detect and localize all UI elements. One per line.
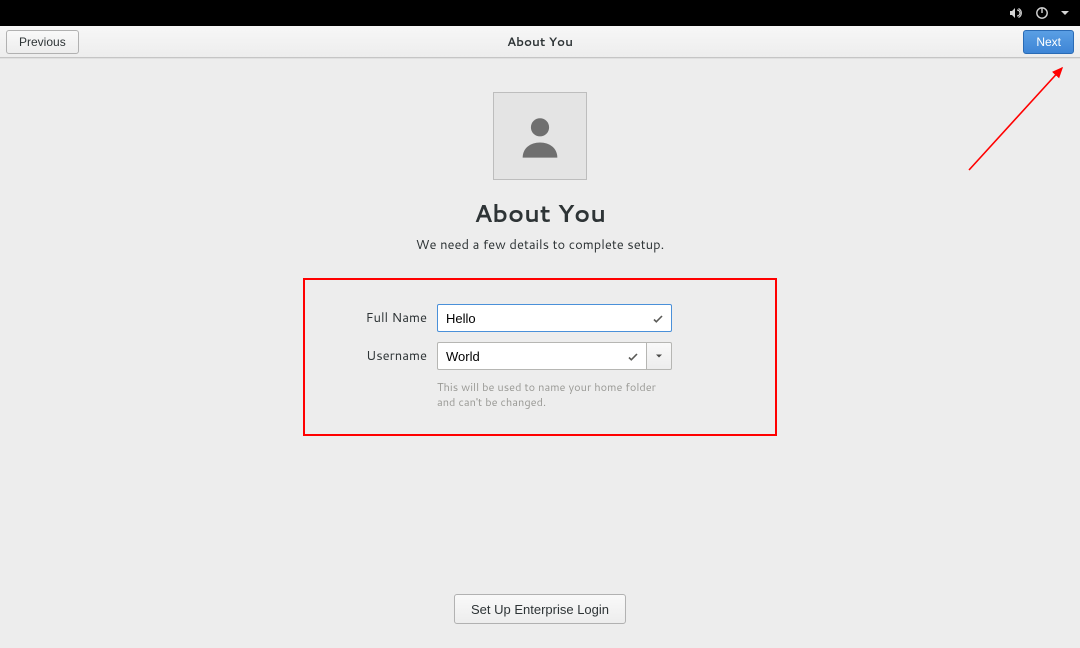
- next-button[interactable]: Next: [1023, 30, 1074, 54]
- full-name-input[interactable]: [437, 304, 672, 332]
- username-dropdown-button[interactable]: [647, 342, 672, 370]
- volume-icon[interactable]: [1008, 5, 1024, 21]
- page-subtitle: We need a few details to complete setup.: [416, 236, 664, 254]
- username-label: Username: [305, 347, 437, 365]
- page-title: About You: [474, 196, 606, 230]
- wizard-content: About You We need a few details to compl…: [0, 58, 1080, 648]
- previous-button[interactable]: Previous: [6, 30, 79, 54]
- check-icon: [627, 350, 639, 362]
- full-name-row: Full Name: [305, 304, 775, 332]
- chevron-down-icon[interactable]: [1060, 5, 1070, 21]
- check-icon: [652, 312, 664, 324]
- full-name-label: Full Name: [305, 309, 437, 327]
- username-input[interactable]: [437, 342, 647, 370]
- wizard-header: Previous About You Next: [0, 26, 1080, 58]
- person-icon: [514, 110, 566, 162]
- enterprise-login-button[interactable]: Set Up Enterprise Login: [454, 594, 626, 624]
- os-top-bar: [0, 0, 1080, 26]
- username-row: Username: [305, 342, 775, 370]
- avatar-placeholder[interactable]: [493, 92, 587, 180]
- username-hint: This will be used to name your home fold…: [437, 380, 672, 410]
- header-title: About You: [507, 33, 573, 50]
- annotation-arrow: [954, 60, 1074, 180]
- form-container: Full Name Username: [303, 278, 777, 436]
- power-icon[interactable]: [1034, 5, 1050, 21]
- chevron-down-icon: [655, 352, 663, 360]
